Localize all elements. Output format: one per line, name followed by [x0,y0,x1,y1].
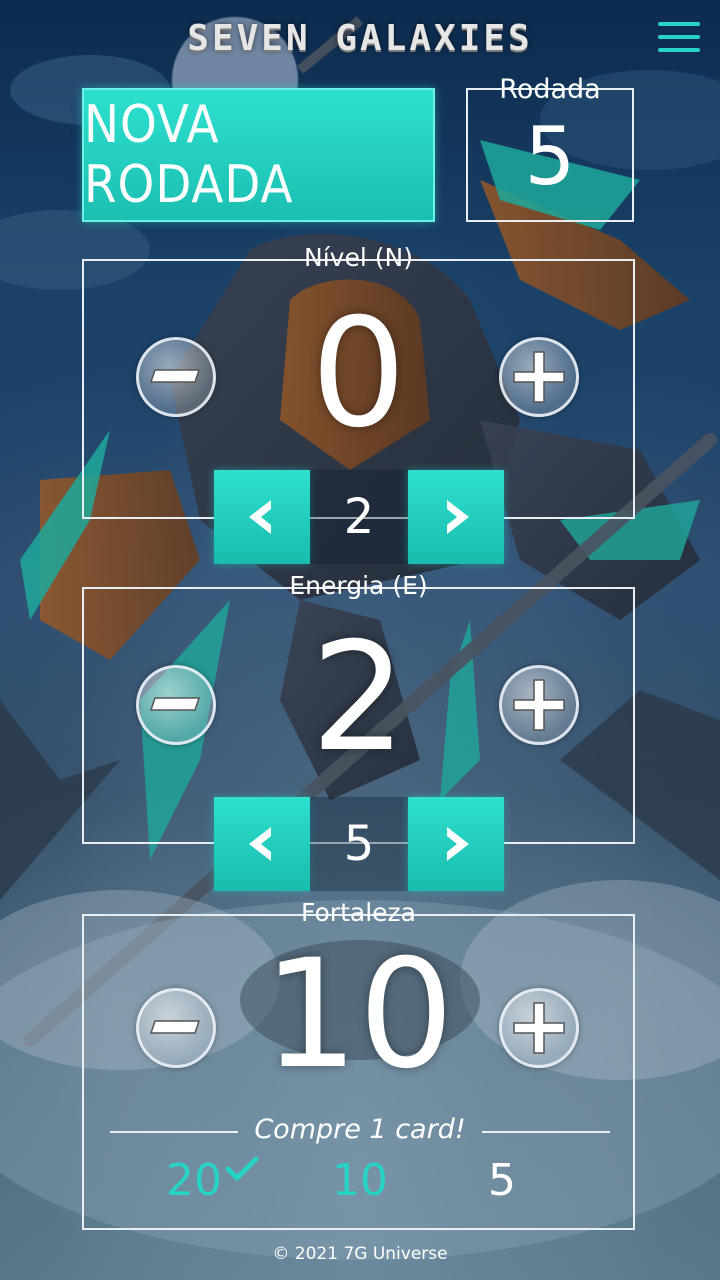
new-round-button[interactable]: NOVA RODADA [82,88,435,222]
draw-card-hint: Compre 1 card! [254,1114,466,1145]
level-minus-button[interactable] [136,337,216,417]
chevron-left-icon [249,827,271,861]
hamburger-menu-icon[interactable] [658,22,700,56]
fortress-tier-5[interactable]: 5 [488,1155,516,1206]
fortress-tier-20[interactable]: 20 [166,1155,222,1206]
minus-icon [149,369,201,383]
round-value: 5 [524,110,576,203]
plus-icon [513,1002,565,1054]
fortress-label: Fortaleza [301,898,416,927]
plus-icon [513,679,565,731]
level-step-next-button[interactable] [408,470,504,564]
chevron-right-icon [447,827,469,861]
energy-plus-button[interactable] [499,665,579,745]
fortress-plus-button[interactable] [499,988,579,1068]
energy-step-selector: 5 [214,797,504,891]
round-counter-box: Rodada 5 [466,74,634,222]
energy-step-value: 5 [310,797,408,891]
app-logo: SEVEN GALAXIES [187,18,533,59]
level-label: Nível (N) [304,243,413,272]
minus-icon [149,1020,201,1034]
fortress-minus-button[interactable] [136,988,216,1068]
level-step-value: 2 [310,470,408,564]
energy-minus-button[interactable] [136,665,216,745]
fortress-tier-10[interactable]: 10 [332,1155,388,1206]
energy-label: Energia (E) [289,571,428,600]
round-label: Rodada [499,74,601,105]
level-step-prev-button[interactable] [214,470,310,564]
minus-icon [149,697,201,711]
energy-step-next-button[interactable] [408,797,504,891]
level-plus-button[interactable] [499,337,579,417]
checkmark-icon [225,1156,259,1181]
chevron-right-icon [447,500,469,534]
level-step-selector: 2 [214,470,504,564]
chevron-left-icon [249,500,271,534]
plus-icon [513,351,565,403]
copyright-text: © 2021 7G Universe [272,1244,448,1264]
energy-step-prev-button[interactable] [214,797,310,891]
